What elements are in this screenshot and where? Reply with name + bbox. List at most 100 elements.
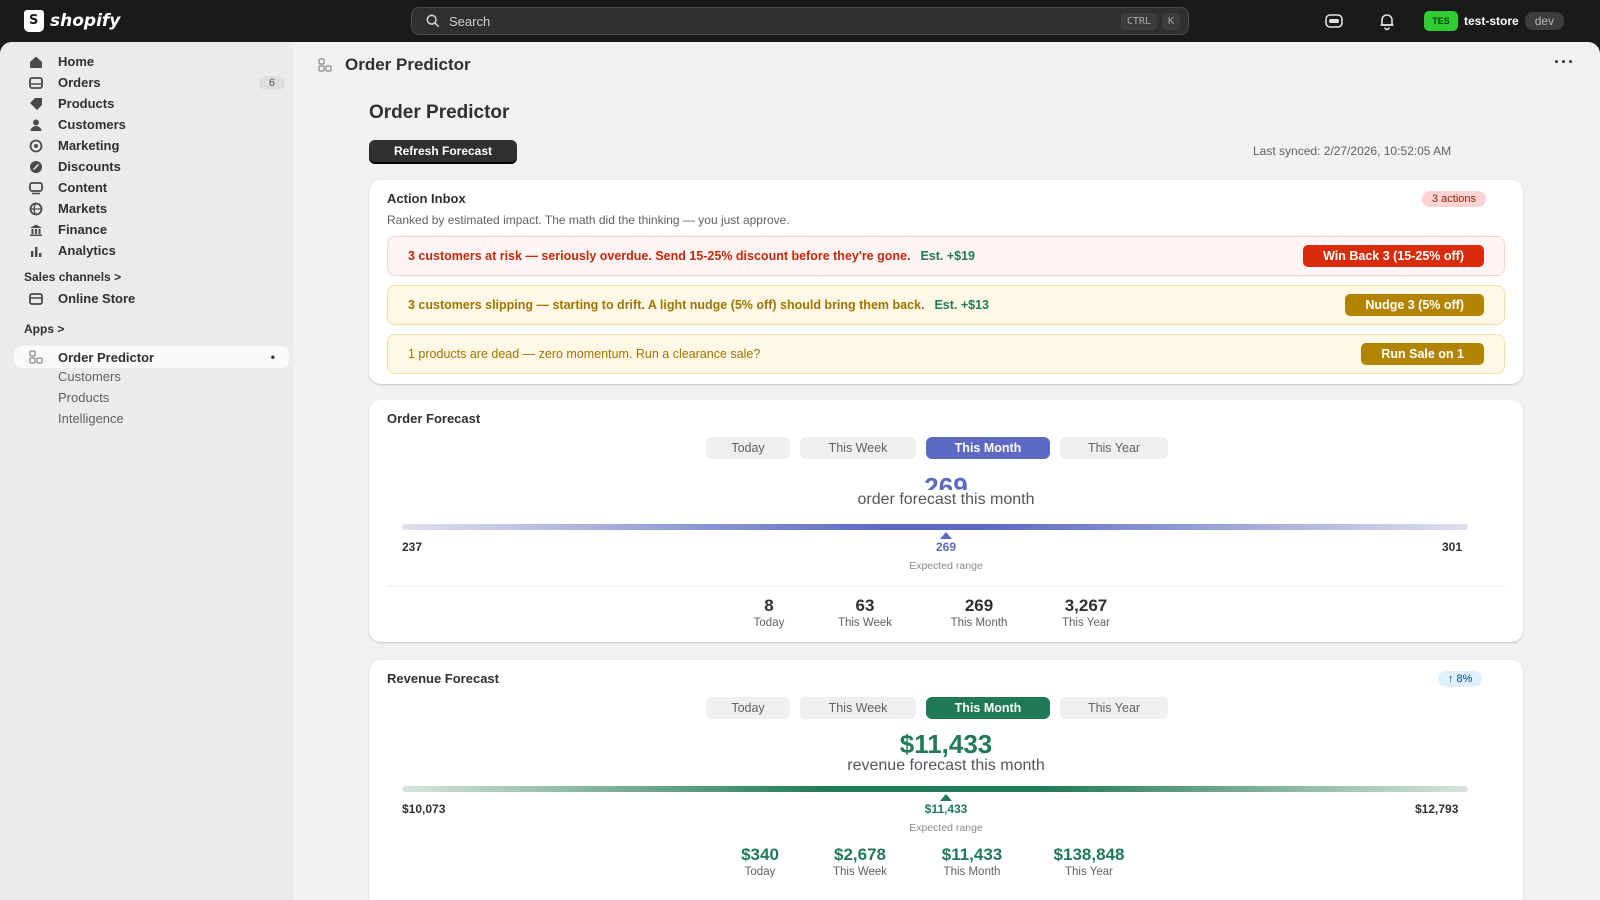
env-tag: dev xyxy=(1524,12,1565,30)
order-stat-today: 8 Today xyxy=(714,596,824,629)
sidebar-subitem-customers[interactable]: Customers xyxy=(58,369,121,384)
shortcut-k: K xyxy=(1161,12,1180,30)
sidebar-item-products[interactable]: Products xyxy=(14,93,289,114)
stat-value: 8 xyxy=(764,596,774,615)
store-icon xyxy=(28,291,44,307)
card-title: Action Inbox xyxy=(387,191,466,206)
search-placeholder: Search xyxy=(449,13,491,29)
action-estimate: Est. +$13 xyxy=(934,298,990,312)
sidebar-item-label: Content xyxy=(58,180,108,195)
tab-this-year[interactable]: This Year xyxy=(1060,697,1168,719)
chevron-right-icon: > xyxy=(114,270,122,284)
revenue-stat-year: $138,848 This Year xyxy=(1034,845,1144,878)
sidebar-item-online-store[interactable]: Online Store xyxy=(14,288,289,309)
sidebar-item-orders[interactable]: Orders 6 xyxy=(14,72,289,93)
stat-value: 63 xyxy=(855,596,875,615)
chevron-right-icon: > xyxy=(57,322,65,336)
app-heading: Order Predictor xyxy=(369,102,510,123)
sidebar-item-label: Analytics xyxy=(58,243,116,258)
order-forecast-subtitle: order forecast this month xyxy=(857,491,1035,508)
run-sale-button[interactable]: Run Sale on 1 xyxy=(1361,343,1484,365)
tab-this-year[interactable]: This Year xyxy=(1060,437,1168,459)
card-title: Order Forecast xyxy=(387,411,481,426)
app-icon xyxy=(28,349,44,365)
apps-heading[interactable]: Apps > xyxy=(24,322,64,336)
nudge-button[interactable]: Nudge 3 (5% off) xyxy=(1345,294,1484,316)
tab-this-month[interactable]: This Month xyxy=(926,697,1050,719)
action-row-slipping: 3 customers slipping — starting to drift… xyxy=(387,285,1505,325)
stat-value: $2,678 xyxy=(834,845,886,864)
revenue-range-low: $10,073 xyxy=(402,802,446,816)
stat-value: 3,267 xyxy=(1064,596,1108,615)
action-text: 3 customers at risk — seriously overdue.… xyxy=(408,249,911,263)
sidebar-item-label: Marketing xyxy=(58,138,120,153)
win-back-button[interactable]: Win Back 3 (15-25% off) xyxy=(1303,245,1484,267)
sidebar-item-analytics[interactable]: Analytics xyxy=(14,240,289,261)
search-icon xyxy=(426,14,440,28)
action-inbox-card: Action Inbox 3 actions Ranked by estimat… xyxy=(369,180,1523,384)
sidebar-subitem-products[interactable]: Products xyxy=(58,390,109,405)
pin-dot-icon[interactable]: • xyxy=(271,350,275,364)
store-name: test-store xyxy=(1464,14,1519,28)
store-avatar: TES xyxy=(1424,11,1458,31)
sales-channels-heading[interactable]: Sales channels > xyxy=(24,270,121,284)
action-row-dead-products: 1 products are dead — zero momentum. Run… xyxy=(387,334,1505,374)
store-menu[interactable]: TES test-store dev xyxy=(1424,11,1565,31)
revenue-forecast-value: $11,433 xyxy=(899,729,993,759)
sidebar-item-label: Online Store xyxy=(58,291,136,306)
sidebar-item-content[interactable]: Content xyxy=(14,177,289,198)
shopify-logo[interactable]: shopify xyxy=(24,10,120,32)
sidebar-item-label: Products xyxy=(58,96,115,111)
refresh-forecast-button[interactable]: Refresh Forecast xyxy=(369,140,517,162)
sidebar-item-marketing[interactable]: Marketing xyxy=(14,135,289,156)
page-title: Order Predictor xyxy=(345,55,471,74)
revenue-stat-week: $2,678 This Week xyxy=(805,845,915,878)
bell-icon[interactable] xyxy=(1377,11,1397,31)
sidebar-item-finance[interactable]: Finance xyxy=(14,219,289,240)
last-synced: Last synced: 2/27/2026, 10:52:05 AM xyxy=(1253,144,1452,158)
order-range-caption: Expected range xyxy=(909,560,983,572)
bar-chart-icon xyxy=(28,243,44,259)
order-range-high: 301 xyxy=(1442,540,1463,554)
sidebar-item-label: Discounts xyxy=(58,159,121,174)
more-actions-icon[interactable]: ··· xyxy=(1554,52,1575,73)
main-content: Order Predictor ··· Order Predictor Refr… xyxy=(293,42,1600,900)
tab-this-week[interactable]: This Week xyxy=(800,697,916,719)
search-bar[interactable]: Search CTRL K xyxy=(411,7,1189,35)
card-description: Ranked by estimated impact. The math did… xyxy=(387,213,790,227)
sidebar-subitem-intelligence[interactable]: Intelligence xyxy=(58,411,124,426)
revenue-period-tabs: Today This Week This Month This Year xyxy=(706,697,1168,719)
orders-count-badge: 6 xyxy=(258,75,285,90)
brand-name: shopify xyxy=(50,11,121,31)
sidebar-item-label: Markets xyxy=(58,201,108,216)
action-text: 1 products are dead — zero momentum. Run… xyxy=(408,347,761,361)
sidebar: Home Orders 6 Products Customers Marketi… xyxy=(0,42,293,900)
stat-label: Today xyxy=(744,866,776,878)
admin-shell: Home Orders 6 Products Customers Marketi… xyxy=(0,42,1600,900)
tab-this-week[interactable]: This Week xyxy=(800,437,916,459)
tab-today[interactable]: Today xyxy=(706,697,790,719)
top-bar: shopify Search CTRL K TES test-store dev xyxy=(0,0,1600,42)
content-icon xyxy=(28,180,44,196)
revenue-range-high: $12,793 xyxy=(1415,802,1459,816)
sidebar-item-markets[interactable]: Markets xyxy=(14,198,289,219)
inbox-icon xyxy=(28,75,44,91)
order-range-low: 237 xyxy=(402,540,423,554)
globe-icon xyxy=(28,201,44,217)
sidebar-item-home[interactable]: Home xyxy=(14,51,289,72)
sidebar-item-customers[interactable]: Customers xyxy=(14,114,289,135)
sidebar-item-discounts[interactable]: Discounts xyxy=(14,156,289,177)
sidekick-icon[interactable] xyxy=(1324,11,1344,31)
sidebar-item-order-predictor[interactable]: Order Predictor • xyxy=(14,346,289,368)
sidebar-item-label: Finance xyxy=(58,222,108,237)
order-range-bar xyxy=(402,524,1468,530)
stat-label: This Year xyxy=(1065,866,1113,878)
stat-value: $11,433 xyxy=(941,845,1003,864)
divider xyxy=(387,586,1505,587)
shortcut-ctrl: CTRL xyxy=(1120,12,1157,30)
tab-this-month[interactable]: This Month xyxy=(926,437,1050,459)
apps-label: Apps xyxy=(24,322,54,336)
tab-today[interactable]: Today xyxy=(706,437,790,459)
stat-label: Today xyxy=(753,617,785,629)
home-icon xyxy=(28,54,44,70)
